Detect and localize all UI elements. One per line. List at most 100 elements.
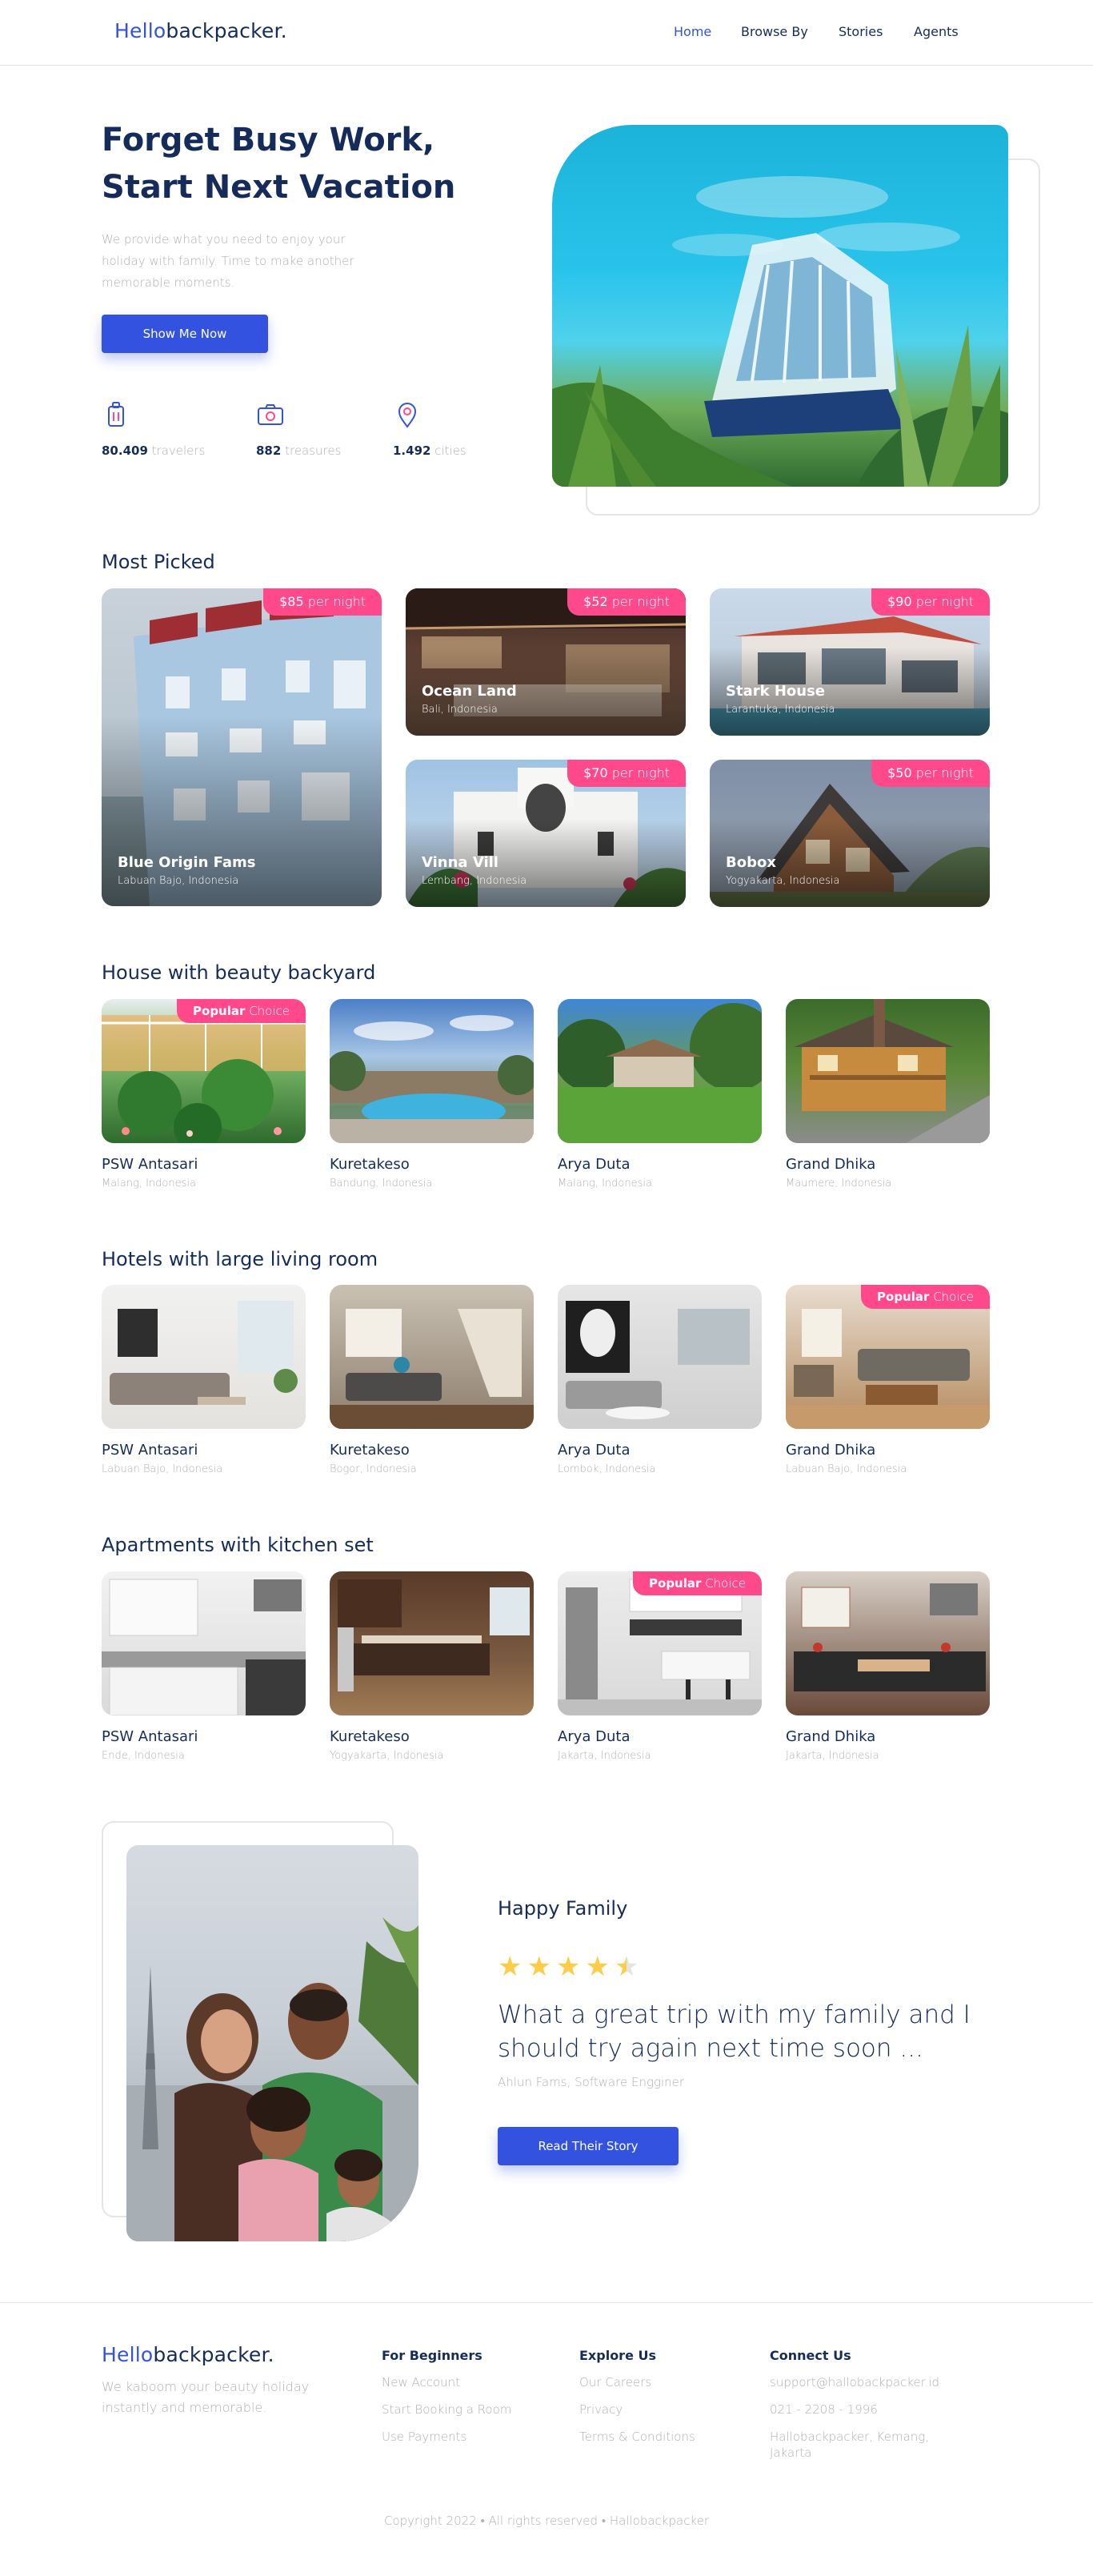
property-image	[558, 1285, 762, 1429]
category-title: House with beauty backyard	[102, 961, 376, 984]
footer-address: Hallobackpacker, Kemang, Jakarta	[770, 2430, 930, 2460]
site-logo[interactable]: Hellobackpacker.	[114, 19, 287, 42]
property-name: PSW Antasari	[102, 1442, 198, 1459]
most-picked-card[interactable]: $50 per night Bobox Yogyakarta, Indonesi…	[710, 760, 990, 907]
nav-browse-by[interactable]: Browse By	[741, 24, 808, 39]
footer-email-link[interactable]: support@hallobackpacker.id	[770, 2374, 970, 2390]
hero-description: We provide what you need to enjoy your h…	[102, 232, 354, 290]
property-image	[330, 1285, 534, 1429]
property-location: Labuan Bajo, Indonesia	[786, 1463, 907, 1475]
category-card[interactable]: Kuretakeso Bogor, Indonesia	[330, 1285, 534, 1475]
property-location: Jakarta, Indonesia	[786, 1750, 879, 1762]
category-card[interactable]: Grand Dhika Maumere, Indonesia	[786, 999, 990, 1190]
property-location: Bali, Indonesia	[422, 704, 498, 716]
hero-image	[552, 125, 1008, 487]
footer-link[interactable]: Start Booking a Room	[382, 2401, 511, 2418]
property-image	[330, 1571, 534, 1715]
property-name: PSW Antasari	[102, 1728, 198, 1745]
most-picked-title: Most Picked	[102, 551, 215, 573]
price-tag: $90 per night	[871, 588, 990, 616]
most-picked-card[interactable]: $90 per night Stark House Larantuka, Ind…	[710, 588, 990, 736]
nav-home[interactable]: Home	[674, 24, 711, 39]
footer-phone-link[interactable]: 021 - 2208 - 1996	[770, 2401, 970, 2418]
treasure-icon	[258, 404, 283, 425]
property-location: Labuan Bajo, Indonesia	[118, 875, 239, 887]
popular-choice-badge: Popular Choice	[861, 1285, 990, 1309]
property-location: Lembang, Indonesia	[422, 875, 527, 887]
category-card[interactable]: Popular Choice Grand Dhika Labuan Bajo, …	[786, 1285, 990, 1475]
property-name: Arya Duta	[558, 1728, 631, 1745]
property-image	[558, 999, 762, 1143]
hero-title: Forget Busy Work, Start Next Vacation	[102, 122, 456, 206]
site-footer: Hellobackpacker. We kaboom your beauty h…	[0, 2302, 1093, 2576]
property-name: Stark House	[726, 683, 825, 700]
property-image	[786, 1571, 990, 1715]
property-location: Malang, Indonesia	[558, 1178, 652, 1190]
property-image: Popular Choice	[102, 999, 306, 1143]
property-image	[102, 1285, 306, 1429]
price-tag: $52 per night	[567, 588, 686, 616]
most-picked-card[interactable]: $70 per night Vinna Vill Lembang, Indone…	[406, 760, 686, 907]
nav-stories[interactable]: Stories	[839, 24, 883, 39]
category-card[interactable]: Popular Choice Arya Duta Jakarta, Indone…	[558, 1571, 762, 1762]
show-me-now-button[interactable]: Show Me Now	[102, 315, 268, 353]
property-name: Kuretakeso	[330, 1156, 410, 1173]
category-card[interactable]: PSW Antasari Ende, Indonesia	[102, 1571, 306, 1762]
traveler-icon	[108, 402, 124, 427]
category-card[interactable]: Grand Dhika Jakarta, Indonesia	[786, 1571, 990, 1762]
footer-link[interactable]: New Account	[382, 2374, 511, 2390]
property-name: Vinna Vill	[422, 854, 498, 871]
stat-travelers: 80.409 travelers	[102, 400, 205, 458]
property-image	[786, 999, 990, 1143]
price-tag: $70 per night	[567, 760, 686, 787]
testimonial-quote: What a great trip with my family and I s…	[498, 2000, 971, 2063]
footer-link[interactable]: Use Payments	[382, 2429, 511, 2445]
category-title: Apartments with kitchen set	[102, 1534, 374, 1556]
city-icon	[398, 403, 417, 428]
footer-link[interactable]: Privacy	[579, 2401, 695, 2418]
property-location: Larantuka, Indonesia	[726, 704, 835, 716]
star-icon: ★	[555, 1951, 581, 1983]
category-card[interactable]: Popular Choice PSW Antasari Malang, Indo…	[102, 999, 306, 1190]
property-name: Bobox	[726, 854, 776, 871]
read-their-story-button[interactable]: Read Their Story	[498, 2127, 679, 2165]
category-card[interactable]: Kuretakeso Bandung, Indonesia	[330, 999, 534, 1190]
price-tag: $50 per night	[871, 760, 990, 787]
property-location: Yogyakarta, Indonesia	[726, 875, 840, 887]
footer-link[interactable]: Our Careers	[579, 2374, 695, 2390]
category-card[interactable]: Arya Duta Malang, Indonesia	[558, 999, 762, 1190]
category-card[interactable]: PSW Antasari Labuan Bajo, Indonesia	[102, 1285, 306, 1475]
star-icon: ★	[526, 1951, 551, 1983]
popular-choice-badge: Popular Choice	[177, 999, 306, 1023]
property-image	[330, 999, 534, 1143]
star-icon: ★	[498, 1951, 522, 1983]
property-image: Popular Choice	[558, 1571, 762, 1715]
copyright: Copyright 2022 • All rights reserved • H…	[383, 2514, 709, 2528]
price-tag: $85 per night	[263, 588, 382, 616]
footer-column: Connect Us support@hallobackpacker.id 02…	[770, 2348, 970, 2461]
property-name: Grand Dhika	[786, 1728, 876, 1745]
site-header: Hellobackpacker. Home Browse By Stories …	[0, 0, 1093, 66]
property-name: Ocean Land	[422, 683, 517, 700]
most-picked-card[interactable]: $85 per night Blue Origin Fams Labuan Ba…	[102, 588, 382, 906]
property-location: Labuan Bajo, Indonesia	[102, 1463, 223, 1475]
property-name: Grand Dhika	[786, 1442, 876, 1459]
testimonial-title: Happy Family	[498, 1897, 628, 1920]
footer-logo[interactable]: Hellobackpacker.	[102, 2343, 274, 2366]
stat-cities: 1.492 cities	[393, 400, 466, 458]
property-location: Bandung, Indonesia	[330, 1178, 433, 1190]
category-card[interactable]: Kuretakeso Yogyakarta, Indonesia	[330, 1571, 534, 1762]
property-location: Ende, Indonesia	[102, 1750, 185, 1762]
testimonial-author: Ahlun Fams, Software Engginer	[498, 2075, 685, 2089]
nav-agents[interactable]: Agents	[914, 24, 959, 39]
property-name: PSW Antasari	[102, 1156, 198, 1173]
property-location: Lombok, Indonesia	[558, 1463, 656, 1475]
footer-link[interactable]: Terms & Conditions	[579, 2429, 695, 2445]
property-name: Grand Dhika	[786, 1156, 876, 1173]
category-card[interactable]: Arya Duta Lombok, Indonesia	[558, 1285, 762, 1475]
category-title: Hotels with large living room	[102, 1248, 378, 1270]
property-location: Yogyakarta, Indonesia	[330, 1750, 444, 1762]
most-picked-card[interactable]: $52 per night Ocean Land Bali, Indonesia	[406, 588, 686, 736]
property-image	[102, 1571, 306, 1715]
footer-column: For Beginners New Account Start Booking …	[382, 2348, 512, 2445]
